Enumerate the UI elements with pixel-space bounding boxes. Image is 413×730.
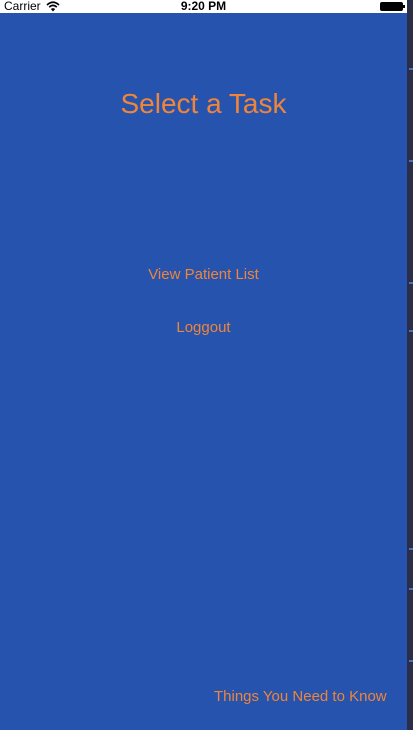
window-edge [407, 0, 413, 730]
edge-mark [409, 588, 413, 590]
app-screen: Carrier 9:20 PM Select a Task View Patie… [0, 0, 407, 730]
page-title: Select a Task [120, 88, 287, 119]
edge-mark [409, 282, 413, 284]
edge-mark [409, 68, 413, 70]
status-time: 9:20 PM [180, 0, 227, 13]
edge-mark [409, 660, 413, 662]
edge-mark [409, 160, 413, 162]
battery-icon [380, 2, 405, 11]
view-patient-list-button[interactable]: View Patient List [0, 265, 407, 285]
edge-mark [409, 330, 413, 332]
things-you-need-to-know-link[interactable]: Things You Need to Know [214, 687, 387, 707]
status-bar: Carrier 9:20 PM [0, 0, 407, 13]
edge-mark [409, 548, 413, 550]
logout-button[interactable]: Loggout [0, 318, 407, 338]
